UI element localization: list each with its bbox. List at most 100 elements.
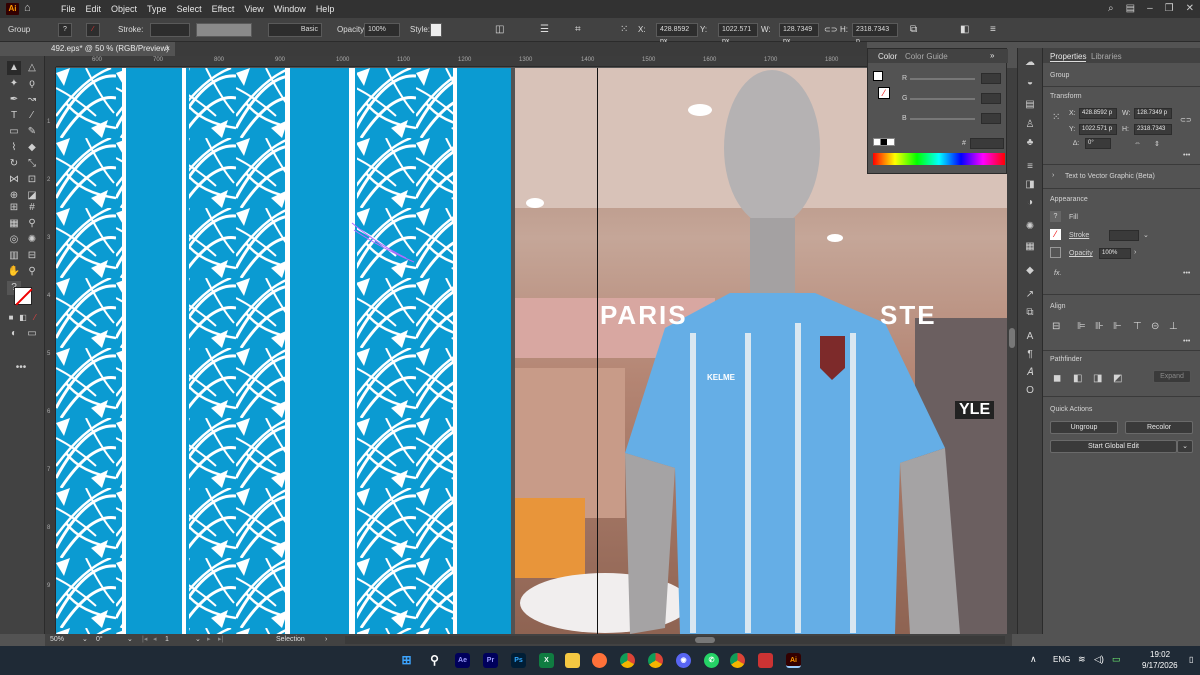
constrain-icon[interactable]: ⊂⊃ [1180, 116, 1192, 124]
clock-date[interactable]: 9/17/2026 [1142, 661, 1178, 670]
close-tab-icon[interactable]: × [165, 42, 170, 56]
rotation-value[interactable]: 0° [96, 634, 103, 646]
intersect-icon[interactable]: ◨ [1093, 373, 1102, 384]
excel-icon[interactable]: X [539, 653, 554, 668]
fill-swatch[interactable]: ? [58, 23, 72, 37]
menu-select[interactable]: Select [172, 0, 207, 18]
shaper-tool-icon[interactable]: ⌇ [7, 141, 21, 155]
stroke-panel-icon[interactable]: ≡ [1023, 160, 1037, 174]
text-to-vector[interactable]: Text to Vector Graphic (Beta) [1065, 173, 1155, 180]
next-artboard-icon[interactable]: ▸ [207, 634, 211, 646]
gradient-tool-icon[interactable]: ▦ [7, 217, 21, 231]
b-field[interactable] [981, 113, 1001, 124]
stroke-swatch[interactable]: ⁄ [86, 23, 100, 37]
notifications-icon[interactable]: ▯ [1189, 655, 1193, 664]
brush-dropdown[interactable]: Basic [268, 23, 322, 37]
layers-comp-icon[interactable]: ◒ [1023, 76, 1037, 90]
reference-point-icon[interactable]: ⁙ [1052, 112, 1060, 123]
color-panel-icon[interactable]: ✺ [1023, 220, 1037, 234]
search-icon[interactable]: ⌕ [1108, 0, 1114, 18]
width-tool-icon[interactable]: ⋈ [7, 173, 21, 187]
language-indicator[interactable]: ENG [1053, 655, 1070, 664]
menu-view[interactable]: View [239, 0, 268, 18]
prev-artboard-icon[interactable]: ◂ [153, 634, 157, 646]
whatsapp-icon[interactable]: ✆ [704, 653, 719, 668]
transform-icon[interactable]: ⌗ [575, 23, 581, 37]
zoom-tool-icon[interactable]: ⚲ [25, 265, 39, 279]
hand-tool-icon[interactable]: ✋ [7, 265, 21, 279]
prop-x-field[interactable]: 428.8592 p [1079, 108, 1117, 119]
properties-dock-icon[interactable]: ☁ [1023, 56, 1037, 70]
stroke-weight-field[interactable] [150, 23, 190, 37]
start-global-edit-button[interactable]: Start Global Edit [1050, 440, 1177, 453]
zoom-dropdown-icon[interactable]: ⌄ [82, 634, 88, 646]
vertical-ruler[interactable]: 1 2 3 4 5 6 7 8 9 [45, 67, 56, 634]
color-spectrum[interactable] [873, 153, 1005, 165]
close-icon[interactable]: ✕ [1186, 0, 1194, 18]
file-explorer-icon[interactable] [565, 653, 580, 668]
libraries-icon[interactable]: ▤ [1023, 98, 1037, 112]
artboard-tool-icon[interactable]: ⊟ [25, 249, 39, 263]
type-tool-icon[interactable]: T [7, 109, 21, 123]
opacity-field[interactable]: 100% [1099, 248, 1131, 259]
more-tools-icon[interactable]: ••• [14, 361, 28, 375]
panel-menu-icon[interactable]: ≡ [990, 23, 996, 37]
variable-width-profile[interactable] [196, 23, 252, 37]
rotation-dropdown-icon[interactable]: ⌄ [127, 634, 133, 646]
transparency-icon[interactable]: ◑ [1023, 196, 1037, 210]
h-field[interactable]: 2318.7343 p [852, 23, 898, 45]
chrome-app-icon[interactable] [730, 653, 745, 668]
eyedropper-tool-icon[interactable]: ⚲ [25, 217, 39, 231]
home-icon[interactable]: ⌂ [24, 2, 31, 14]
curvature-tool-icon[interactable]: ↝ [25, 93, 39, 107]
search-icon[interactable]: ⚲ [427, 653, 442, 668]
stroke-dropdown-icon[interactable]: ⌄ [1143, 231, 1149, 239]
minus-front-icon[interactable]: ◧ [1073, 373, 1082, 384]
opacity-arrow-icon[interactable]: › [1134, 249, 1136, 256]
wifi-icon[interactable]: ≋ [1078, 654, 1086, 665]
fx-icon[interactable]: fx. [1054, 270, 1061, 277]
battery-icon[interactable]: ▭ [1112, 654, 1121, 665]
horizontal-ruler[interactable]: 600 700 800 900 1000 1100 1200 1300 1400… [56, 56, 867, 67]
align-to-icon[interactable]: ⊟ [1052, 321, 1060, 332]
pattern-artwork[interactable] [56, 68, 511, 634]
g-field[interactable] [981, 93, 1001, 104]
none-mode-icon[interactable]: ⁄ [28, 311, 42, 325]
x-field[interactable]: 428.8592 px [656, 23, 698, 45]
opacity-field[interactable]: 100% [364, 23, 400, 37]
symbol-sprayer-tool-icon[interactable]: ✺ [25, 233, 39, 247]
stroke-indicator-icon[interactable]: ⁄ [878, 87, 890, 99]
link-icon[interactable]: ⊂⊃ [824, 23, 837, 37]
align-top-icon[interactable]: ⊤ [1133, 321, 1142, 332]
tab-color[interactable]: Color [878, 52, 897, 61]
restore-icon[interactable]: ❐ [1165, 0, 1174, 18]
discord-icon[interactable]: ◉ [676, 653, 691, 668]
align-middle-icon[interactable]: ⊝ [1151, 321, 1159, 332]
free-transform-tool-icon[interactable]: ⊡ [25, 173, 39, 187]
chrome-profile-icon[interactable] [648, 653, 663, 668]
last-artboard-icon[interactable]: ▸| [218, 634, 223, 646]
pencil-tool-icon[interactable]: ✎ [25, 125, 39, 139]
tray-arrow-icon[interactable]: ∧ [1030, 654, 1037, 665]
start-icon[interactable]: ⊞ [399, 653, 414, 668]
menu-object[interactable]: Object [106, 0, 142, 18]
recolor-button[interactable]: Recolor [1125, 421, 1193, 434]
stroke-weight-field[interactable] [1109, 230, 1139, 241]
guide-line[interactable] [597, 68, 598, 634]
line-tool-icon[interactable]: ⁄ [25, 109, 39, 123]
blend-tool-icon[interactable]: ◎ [7, 233, 21, 247]
pathfinder-icon[interactable]: ◧ [960, 23, 969, 37]
align-right-icon[interactable]: ⊩ [1113, 321, 1122, 332]
panel-collapse-icon[interactable]: » [990, 51, 994, 60]
tab-libraries[interactable]: Libraries [1091, 52, 1122, 61]
fill-swatch-icon[interactable]: ? [1050, 211, 1061, 222]
artboard-dropdown-icon[interactable]: ⌄ [195, 634, 201, 646]
gradient-panel-icon[interactable]: ◨ [1023, 178, 1037, 192]
flip-vertical-icon[interactable]: ⇕ [1154, 140, 1160, 148]
r-slider[interactable] [910, 78, 975, 80]
menu-edit[interactable]: Edit [81, 0, 107, 18]
opacity-label[interactable]: Opacity [1069, 250, 1093, 257]
chrome-icon[interactable] [620, 653, 635, 668]
prop-h-field[interactable]: 2318.7343 [1134, 124, 1172, 135]
screen-mode-icon[interactable]: ▭ [25, 327, 39, 341]
